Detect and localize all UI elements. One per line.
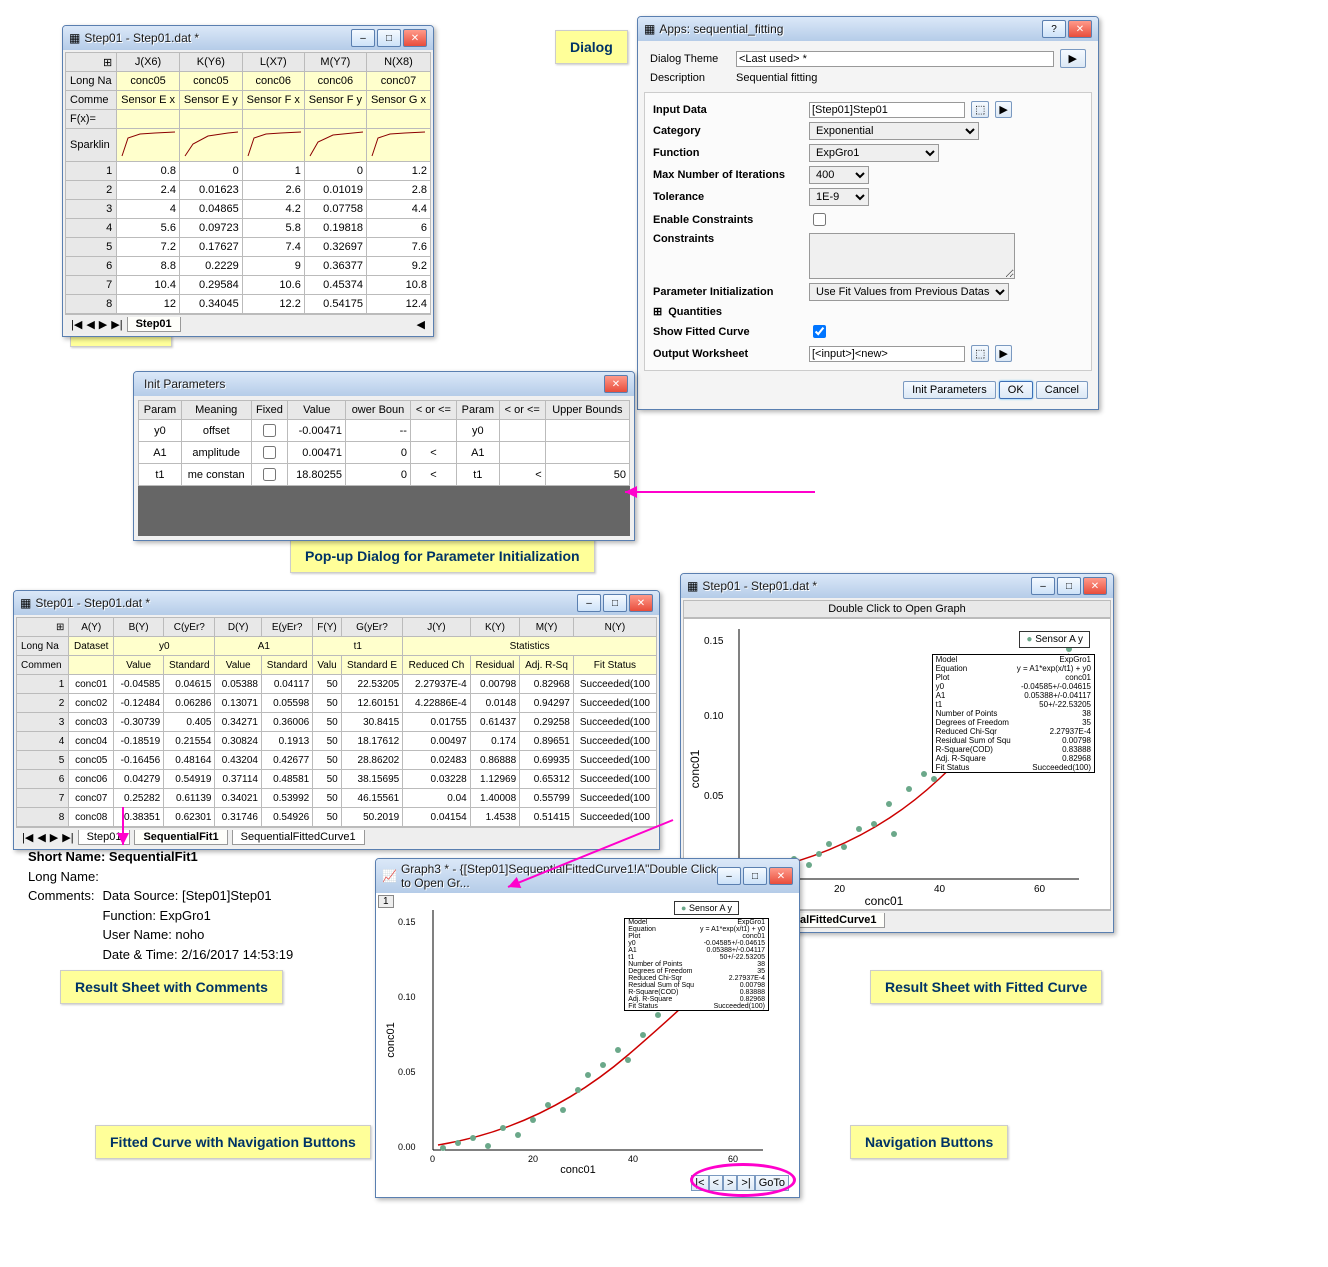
function-select[interactable]: ExpGro1 bbox=[809, 144, 939, 162]
window-title: Step01 - Step01.dat * bbox=[35, 596, 577, 610]
init-params-grid[interactable]: ParamMeaningFixedValueower Boun< or <=Pa… bbox=[138, 400, 630, 486]
comments-block: Short Name: SequentialFit1 Long Name: Co… bbox=[28, 847, 293, 964]
dialog-title: Apps: sequential_fitting bbox=[659, 22, 1042, 36]
legend: ● Sensor A y bbox=[674, 901, 739, 915]
quantities-label: Quantities bbox=[668, 306, 722, 318]
svg-text:0.10: 0.10 bbox=[398, 992, 416, 1002]
ok-button[interactable]: OK bbox=[999, 381, 1033, 399]
window-result-sheet: ▦ Step01 - Step01.dat * – □ ✕ ⊞A(Y)B(Y)C… bbox=[13, 590, 660, 850]
app-icon: ▦ bbox=[644, 22, 655, 36]
svg-text:0.00: 0.00 bbox=[398, 1142, 416, 1152]
close-button[interactable]: ✕ bbox=[1068, 20, 1092, 38]
output-ws-field[interactable] bbox=[809, 346, 965, 362]
tab-bar[interactable]: |◀ ◀ ▶ ▶| Step01 ◀ bbox=[65, 314, 431, 334]
legend: ● Sensor A y bbox=[1019, 631, 1090, 648]
select-range-button[interactable]: ⬚ bbox=[971, 101, 989, 118]
theme-input[interactable] bbox=[736, 51, 1054, 67]
input-data-field[interactable] bbox=[809, 102, 965, 118]
svg-text:60: 60 bbox=[1034, 884, 1046, 895]
constraints-textarea bbox=[809, 233, 1015, 279]
worksheet-icon: ▦ bbox=[687, 579, 698, 593]
show-fitted-checkbox[interactable] bbox=[813, 325, 826, 338]
tab-step01[interactable]: Step01 bbox=[127, 317, 181, 332]
svg-text:conc01: conc01 bbox=[688, 749, 702, 788]
sparkline bbox=[120, 130, 176, 160]
cancel-button[interactable]: Cancel bbox=[1036, 381, 1088, 399]
svg-text:conc01: conc01 bbox=[560, 1164, 595, 1176]
close-button[interactable]: ✕ bbox=[604, 375, 628, 393]
tab-sequentialfit1[interactable]: SequentialFit1 bbox=[134, 830, 227, 845]
label-result-comments: Result Sheet with Comments bbox=[60, 970, 283, 1004]
highlight-oval bbox=[690, 1163, 796, 1197]
layer-indicator[interactable]: 1 bbox=[378, 895, 394, 908]
maxiter-select[interactable]: 400 bbox=[809, 166, 869, 184]
close-button[interactable]: ✕ bbox=[629, 594, 653, 612]
select-output-button[interactable]: ⬚ bbox=[971, 345, 989, 362]
svg-text:0.10: 0.10 bbox=[704, 711, 724, 722]
label-nav-buttons: Navigation Buttons bbox=[850, 1125, 1008, 1159]
svg-text:20: 20 bbox=[528, 1154, 538, 1164]
label-fitted-nav: Fitted Curve with Navigation Buttons bbox=[95, 1125, 371, 1159]
category-select[interactable]: Exponential bbox=[809, 122, 979, 140]
banner-label: Double Click to Open Graph bbox=[683, 600, 1111, 618]
close-button[interactable]: ✕ bbox=[403, 29, 427, 47]
titlebar[interactable]: ▦ Step01 - Step01.dat * – □ ✕ bbox=[63, 26, 433, 50]
worksheet-icon: ▦ bbox=[69, 31, 80, 45]
data-grid[interactable]: ⊞J(X6)K(Y6)L(X7)M(Y7)N(X8) Long Naconc05… bbox=[65, 52, 431, 314]
param-init-select[interactable]: Use Fit Values from Previous Dataset bbox=[809, 283, 1009, 301]
worksheet-icon: ▦ bbox=[20, 596, 31, 610]
minimize-button[interactable]: – bbox=[351, 29, 375, 47]
svg-text:0.05: 0.05 bbox=[704, 791, 724, 802]
init-parameters-button[interactable]: Init Parameters bbox=[903, 381, 996, 399]
label-dialog: Dialog bbox=[555, 30, 628, 64]
minimize-button[interactable]: – bbox=[717, 867, 741, 885]
init-params-title: Init Parameters bbox=[144, 377, 604, 391]
maximize-button[interactable]: □ bbox=[743, 867, 767, 885]
minimize-button[interactable]: – bbox=[1031, 577, 1055, 595]
svg-text:0: 0 bbox=[430, 1154, 435, 1164]
label-result-curve: Result Sheet with Fitted Curve bbox=[870, 970, 1102, 1004]
maximize-button[interactable]: □ bbox=[377, 29, 401, 47]
tab-nav-first[interactable]: |◀ bbox=[22, 831, 33, 844]
window-title: Step01 - Step01.dat * bbox=[84, 31, 351, 45]
svg-text:0.15: 0.15 bbox=[398, 917, 416, 927]
label-popup: Pop-up Dialog for Parameter Initializati… bbox=[290, 539, 595, 573]
window-init-params: Init Parameters ✕ ParamMeaningFixedValue… bbox=[133, 371, 635, 541]
graph-icon: 📈 bbox=[382, 869, 397, 883]
window-datasheet: ▦ Step01 - Step01.dat * – □ ✕ ⊞J(X6)K(Y6… bbox=[62, 25, 434, 337]
maximize-button[interactable]: □ bbox=[603, 594, 627, 612]
output-flyout-button[interactable]: ▶ bbox=[995, 345, 1011, 362]
theme-menu-button[interactable]: ▶ bbox=[1060, 49, 1086, 68]
svg-text:40: 40 bbox=[934, 884, 946, 895]
svg-text:0.05: 0.05 bbox=[398, 1067, 416, 1077]
window-dialog: ▦ Apps: sequential_fitting ? ✕ Dialog Th… bbox=[637, 16, 1099, 410]
maximize-button[interactable]: □ bbox=[1057, 577, 1081, 595]
close-button[interactable]: ✕ bbox=[1083, 577, 1107, 595]
tab-nav-first[interactable]: |◀ bbox=[71, 318, 82, 331]
svg-text:conc01: conc01 bbox=[865, 894, 904, 908]
tab-nav-last[interactable]: ▶| bbox=[111, 318, 122, 331]
close-button[interactable]: ✕ bbox=[769, 867, 793, 885]
result-grid[interactable]: ⊞A(Y)B(Y)C(yEr?D(Y)E(yEr?F(Y)G(yEr?J(Y)K… bbox=[16, 617, 657, 827]
tab-nav-prev[interactable]: ◀ bbox=[86, 318, 94, 331]
tolerance-select[interactable]: 1E-9 bbox=[809, 188, 869, 206]
svg-text:0.15: 0.15 bbox=[704, 636, 724, 647]
tab-nav-next[interactable]: ▶ bbox=[99, 318, 107, 331]
tab-sequentialfittedcurve1[interactable]: SequentialFittedCurve1 bbox=[232, 830, 365, 845]
window-title: Step01 - Step01.dat * bbox=[702, 579, 1031, 593]
flyout-button[interactable]: ▶ bbox=[995, 101, 1011, 118]
window-graph3: 📈 Graph3 * - {[Step01]SequentialFittedCu… bbox=[375, 858, 800, 1198]
svg-text:conc01: conc01 bbox=[385, 1022, 397, 1057]
minimize-button[interactable]: – bbox=[577, 594, 601, 612]
description-text: Sequential fitting bbox=[736, 72, 817, 84]
svg-text:40: 40 bbox=[628, 1154, 638, 1164]
expand-icon[interactable]: ⊞ bbox=[653, 305, 662, 318]
svg-text:20: 20 bbox=[834, 884, 846, 895]
help-button[interactable]: ? bbox=[1042, 20, 1066, 38]
enable-constraints-checkbox[interactable] bbox=[813, 213, 826, 226]
